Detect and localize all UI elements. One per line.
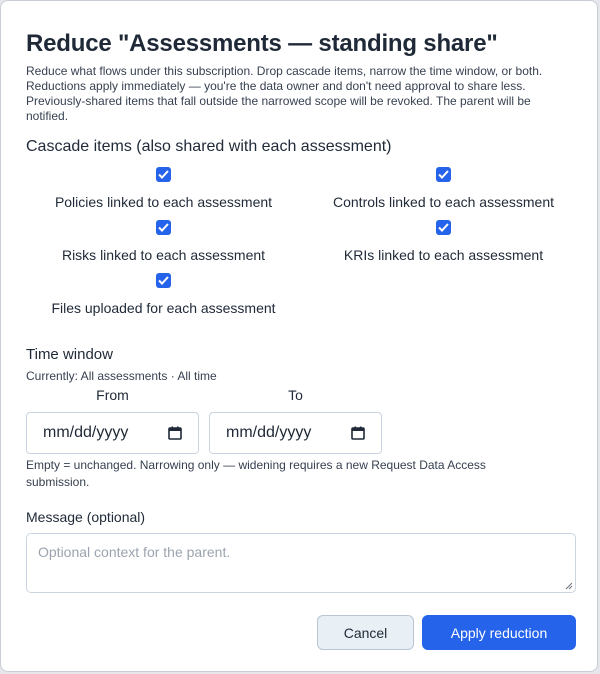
message-placeholder: Optional context for the parent. xyxy=(38,544,231,560)
cascade-item-label: KRIs linked to each assessment xyxy=(343,247,544,263)
to-date-input[interactable]: mm/dd/yyyy xyxy=(209,412,382,454)
checkbox-controls[interactable] xyxy=(436,167,451,182)
dialog-description: Reduce what flows under this subscriptio… xyxy=(26,64,543,123)
cascade-item-files[interactable]: Files uploaded for each assessment xyxy=(26,269,301,316)
cascade-item-policies[interactable]: Policies linked to each assessment xyxy=(26,163,301,210)
apply-reduction-button[interactable]: Apply reduction xyxy=(422,615,576,650)
time-window-hint: Empty = unchanged. Narrowing only — wide… xyxy=(26,458,486,489)
to-date-group: To mm/dd/yyyy xyxy=(209,387,382,454)
checkbox-files[interactable] xyxy=(156,273,171,288)
checkmark-icon xyxy=(158,223,169,232)
checkbox-policies[interactable] xyxy=(156,167,171,182)
message-textarea[interactable]: Optional context for the parent. xyxy=(26,533,576,593)
from-date-input[interactable]: mm/dd/yyyy xyxy=(26,412,199,454)
checkmark-icon xyxy=(438,170,449,179)
cascade-items-label: Cascade items (also shared with each ass… xyxy=(26,138,392,155)
cascade-item-label: Risks linked to each assessment xyxy=(61,247,266,263)
to-label: To xyxy=(288,387,303,403)
cascade-item-kris[interactable]: KRIs linked to each assessment xyxy=(306,216,581,263)
calendar-icon[interactable] xyxy=(351,426,365,440)
cascade-item-label: Controls linked to each assessment xyxy=(333,194,554,210)
cancel-button[interactable]: Cancel xyxy=(317,615,414,650)
dialog-title: Reduce "Assessments — standing share" xyxy=(26,30,498,57)
from-label: From xyxy=(96,387,129,403)
checkmark-icon xyxy=(438,223,449,232)
checkbox-risks[interactable] xyxy=(156,220,171,235)
resize-handle-icon[interactable] xyxy=(565,582,573,590)
message-label: Message (optional) xyxy=(26,509,146,525)
time-window-label: Time window xyxy=(26,346,113,363)
cascade-item-label: Policies linked to each assessment xyxy=(54,194,273,210)
time-window-current: Currently: All assessments · All time xyxy=(26,369,217,383)
to-date-value: mm/dd/yyyy xyxy=(226,424,312,441)
cascade-item-controls[interactable]: Controls linked to each assessment xyxy=(306,163,581,210)
from-date-group: From mm/dd/yyyy xyxy=(26,387,199,454)
from-date-value: mm/dd/yyyy xyxy=(43,424,129,441)
calendar-icon[interactable] xyxy=(168,426,182,440)
checkbox-kris[interactable] xyxy=(436,220,451,235)
reduce-share-dialog: Reduce "Assessments — standing share" Re… xyxy=(0,0,598,672)
cascade-item-label: Files uploaded for each assessment xyxy=(51,300,276,316)
cascade-item-risks[interactable]: Risks linked to each assessment xyxy=(26,216,301,263)
checkmark-icon xyxy=(158,276,169,285)
checkmark-icon xyxy=(158,170,169,179)
